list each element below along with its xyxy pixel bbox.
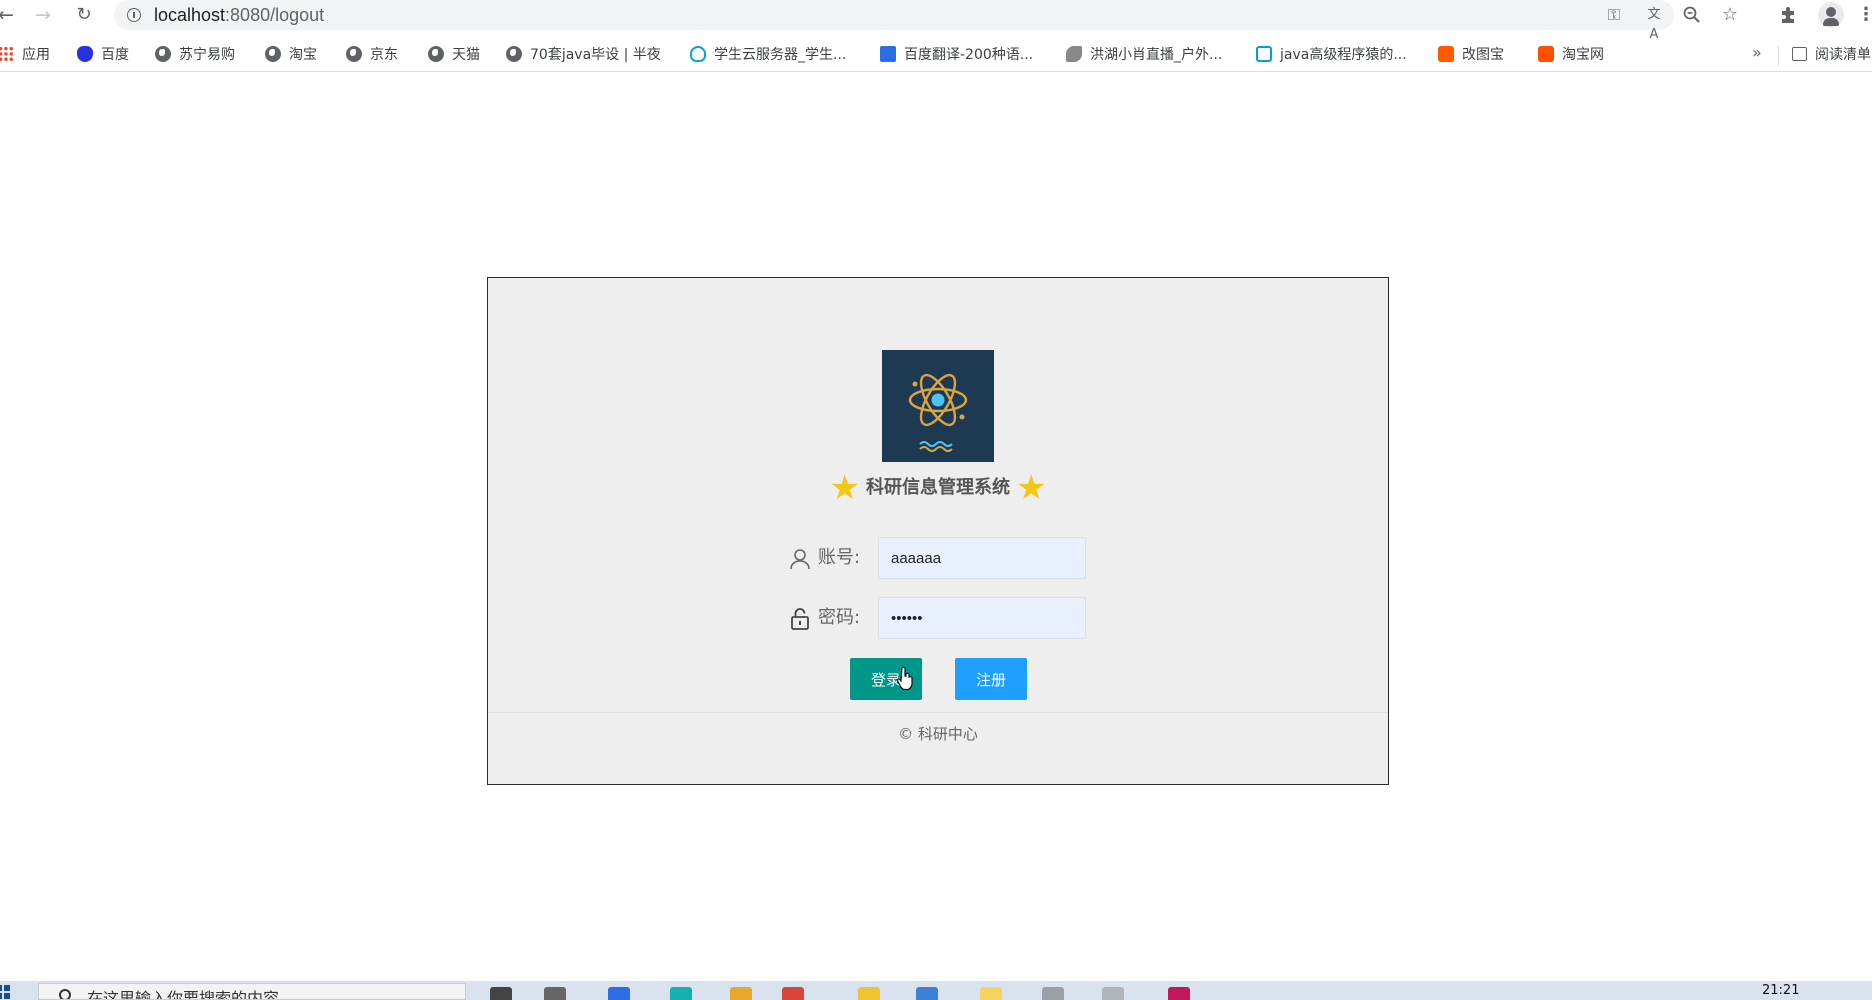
rocket-icon: [1066, 46, 1082, 62]
bookmarks-bar: 应用 百度 苏宁易购 淘宝 京东 天猫 70套java毕设 | 半夜 学生云服务…: [0, 38, 1872, 72]
bookmark-star-icon[interactable]: ☆: [1720, 5, 1740, 25]
system-title: ★ 科研信息管理系统 ★: [488, 468, 1388, 508]
password-row: 密码:: [788, 597, 1208, 639]
bookmark-label: 百度: [101, 47, 129, 63]
bookmark-label: 淘宝网: [1562, 47, 1604, 63]
page-title: 科研信息管理系统: [866, 477, 1010, 498]
bookmark-label: java高级程序猿的...: [1280, 47, 1407, 63]
app-icon[interactable]: [916, 987, 938, 1000]
copyright-text: © 科研中心: [898, 725, 978, 743]
taskbar-clock: 21:21: [1762, 983, 1800, 998]
bookmark-jd[interactable]: 京东: [346, 44, 398, 66]
atom-logo-icon: [882, 350, 994, 462]
bookmark-label: 改图宝: [1462, 47, 1504, 63]
globe-icon: [346, 46, 362, 62]
bookmark-label: 学生云服务器_学生...: [714, 47, 847, 63]
login-panel: ★科研信息管理系统★ 账号: 密码: 登录 注册 © 科研中心: [487, 277, 1389, 785]
username-input[interactable]: [878, 537, 1086, 579]
baidu-icon: [77, 46, 93, 62]
app-icon[interactable]: [1042, 987, 1064, 1000]
edge-icon[interactable]: [670, 987, 692, 1000]
bookmarks-divider: [1778, 46, 1779, 66]
bookmark-label: 天猫: [452, 47, 480, 63]
chrome-icon[interactable]: [730, 987, 752, 1000]
taskbar-search-box[interactable]: 在这里输入你要搜索的内容: [38, 983, 466, 1000]
taskbar-apps: [480, 981, 1660, 1000]
password-input[interactable]: [878, 597, 1086, 639]
hand-cursor-icon: [896, 666, 913, 691]
bookmark-label: 苏宁易购: [179, 47, 235, 63]
translate-icon[interactable]: 文A: [1644, 5, 1664, 42]
address-bar[interactable]: localhost:8080/logout ⚿ 文A ☆: [114, 0, 1738, 42]
password-label: 密码:: [818, 607, 861, 628]
file-explorer-icon[interactable]: [858, 987, 880, 1000]
globe-icon: [155, 46, 171, 62]
browser-toolbar: ← → ↻ localhost:8080/logout ⚿ 文A ☆ ⋮: [0, 0, 1872, 42]
taskbar-search-placeholder: 在这里输入你要搜索的内容: [87, 989, 280, 1000]
app-icon[interactable]: [1102, 987, 1124, 1000]
url-text[interactable]: localhost:8080/logout: [154, 5, 324, 26]
app-icon[interactable]: [980, 987, 1002, 1000]
bookmark-label: 应用: [22, 47, 50, 63]
bookmark-bilibili[interactable]: java高级程序猿的...: [1256, 44, 1407, 66]
bookmark-apps[interactable]: 应用: [0, 44, 50, 66]
bilibili-icon: [1256, 46, 1272, 62]
bookmark-gaitubao[interactable]: 改图宝: [1438, 44, 1504, 66]
forward-button[interactable]: →: [31, 3, 55, 27]
bookmark-baidu[interactable]: 百度: [77, 44, 129, 66]
gaitubao-icon: [1438, 46, 1454, 62]
bookmark-baidu-translate[interactable]: 百度翻译-200种语...: [880, 44, 1033, 66]
apps-icon: [0, 46, 14, 62]
taskbar: 在这里输入你要搜索的内容 21:21: [0, 981, 1872, 1000]
bookmark-taobao[interactable]: 淘宝: [265, 44, 317, 66]
globe-icon: [265, 46, 281, 62]
bookmark-label: 70套java毕设 | 半夜: [530, 47, 661, 63]
star-icon: ★: [829, 468, 860, 508]
bookmark-live-stream[interactable]: 洪湖小肖直播_户外...: [1066, 44, 1222, 66]
lock-icon: [788, 607, 812, 631]
bookmark-tmall[interactable]: 天猫: [428, 44, 480, 66]
bookmark-suning[interactable]: 苏宁易购: [155, 44, 235, 66]
register-button[interactable]: 注册: [955, 658, 1027, 700]
panel-divider: [488, 712, 1388, 713]
extensions-icon[interactable]: [1778, 5, 1798, 25]
user-icon: [788, 547, 812, 571]
intellij-icon[interactable]: [1168, 987, 1190, 1000]
windows-start-icon[interactable]: [0, 985, 10, 999]
profile-avatar-icon[interactable]: [1818, 2, 1844, 28]
cortana-icon[interactable]: [490, 987, 512, 1000]
bookmark-label: 淘宝: [289, 47, 317, 63]
reading-list-label: 阅读清单: [1815, 47, 1871, 63]
app-icon[interactable]: [608, 987, 630, 1000]
bookmark-java-projects[interactable]: 70套java毕设 | 半夜: [506, 44, 661, 66]
site-info-icon[interactable]: [127, 8, 141, 22]
browser-menu-icon[interactable]: ⋮: [1856, 5, 1872, 25]
bookmark-label: 百度翻译-200种语...: [904, 47, 1034, 63]
bookmark-student-cloud[interactable]: 学生云服务器_学生...: [690, 44, 846, 66]
bookmark-taobao-net[interactable]: 淘宝网: [1538, 44, 1604, 66]
taobao-icon: [1538, 46, 1554, 62]
bookmarks-overflow-button[interactable]: »: [1752, 43, 1762, 62]
bookmark-label: 京东: [370, 47, 398, 63]
search-icon: [59, 989, 71, 999]
cloud-icon: [690, 46, 706, 62]
task-view-icon[interactable]: [544, 987, 566, 1000]
reading-list-icon: [1792, 47, 1807, 61]
chrome-active-icon[interactable]: [782, 987, 804, 1000]
key-icon[interactable]: ⚿: [1604, 5, 1624, 25]
zoom-icon[interactable]: [1682, 5, 1702, 25]
reload-button[interactable]: ↻: [72, 3, 96, 27]
globe-icon: [428, 46, 444, 62]
reading-list-button[interactable]: 阅读清单: [1792, 44, 1871, 66]
back-button[interactable]: ←: [0, 3, 18, 27]
bookmark-label: 洪湖小肖直播_户外...: [1090, 47, 1223, 63]
translate-icon: [880, 46, 896, 62]
globe-icon: [506, 46, 522, 62]
username-label: 账号:: [818, 547, 861, 568]
username-row: 账号:: [788, 537, 1208, 579]
star-icon: ★: [1016, 468, 1047, 508]
